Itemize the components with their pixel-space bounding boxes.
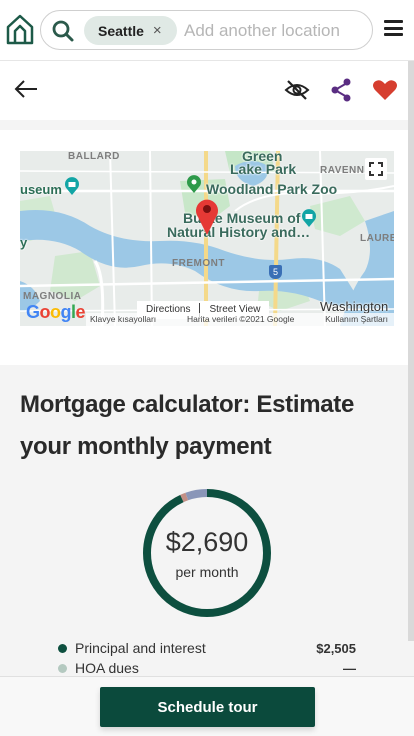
share-icon[interactable] [329, 77, 353, 103]
map-label-museum: useum [20, 182, 62, 197]
map-label-magnolia: MAGNOLIA [23, 291, 82, 302]
legend-value: $2,505 [316, 640, 356, 656]
chip-close-icon[interactable]: × [153, 23, 162, 38]
favorite-heart-icon[interactable] [372, 78, 398, 102]
hide-eye-icon[interactable] [284, 77, 310, 103]
search-input[interactable]: Add another location [184, 21, 340, 41]
monthly-payment-amount: $2,690 [165, 527, 249, 557]
zoo-pin-icon [187, 175, 201, 193]
location-chip-label: Seattle [98, 22, 144, 39]
legend-row-hoa: HOA dues — [58, 658, 356, 678]
hamburger-menu-icon[interactable] [384, 20, 403, 36]
listing-action-bar [0, 61, 408, 120]
legend-label: Principal and interest [75, 640, 206, 656]
location-chip[interactable]: Seattle × [84, 16, 177, 45]
back-arrow-icon[interactable] [13, 78, 39, 100]
legend-row-principal: Principal and interest $2,505 [58, 638, 356, 658]
top-header: Seattle × Add another location [0, 0, 414, 61]
map-label-burke-2: Natural History and… [167, 224, 311, 240]
search-icon[interactable] [51, 19, 75, 43]
legend-label: HOA dues [75, 660, 139, 676]
map-label-edge: y [20, 235, 28, 250]
legend-dot [58, 663, 67, 673]
per-month-label: per month [175, 564, 239, 580]
map-label-laurel: LAURE [360, 233, 394, 244]
map-label-ballard: BALLARD [68, 151, 120, 162]
google-logo: Google [26, 302, 86, 322]
location-pin-icon[interactable] [195, 197, 219, 235]
sticky-footer: Schedule tour [0, 676, 414, 736]
interstate-shield: 5 [269, 265, 282, 279]
location-map[interactable]: BALLARD Green Lake Park RAVENNA useum Wo… [20, 151, 394, 326]
map-label-green-lake-park: Lake Park [230, 161, 297, 177]
mortgage-title: Mortgage calculator: Estimate your month… [20, 391, 355, 460]
museum-pin-icon [65, 177, 79, 195]
schedule-tour-button[interactable]: Schedule tour [100, 687, 315, 727]
map-data-text: Harita verileri ©2021 Google [186, 314, 295, 324]
map-label-washington: Washington [320, 299, 389, 314]
legend-dot [58, 643, 67, 653]
map-label-zoo: Woodland Park Zoo [206, 181, 338, 197]
keyboard-shortcuts-link[interactable]: Klavye kısayolları [90, 314, 156, 326]
museum-pin-icon-2 [302, 209, 316, 227]
home-logo-icon[interactable] [6, 13, 34, 45]
search-bar[interactable]: Seattle × Add another location [40, 10, 373, 50]
fullscreen-icon[interactable] [365, 158, 387, 180]
scrollbar[interactable] [408, 61, 414, 641]
map-card: BALLARD Green Lake Park RAVENNA useum Wo… [0, 130, 408, 365]
map-attribution: Klavye kısayolları Harita verileri ©2021… [86, 313, 394, 326]
terms-link[interactable]: Kullanım Şartları [325, 314, 388, 326]
legend-value: — [343, 660, 356, 676]
map-label-fremont: FREMONT [172, 258, 225, 269]
